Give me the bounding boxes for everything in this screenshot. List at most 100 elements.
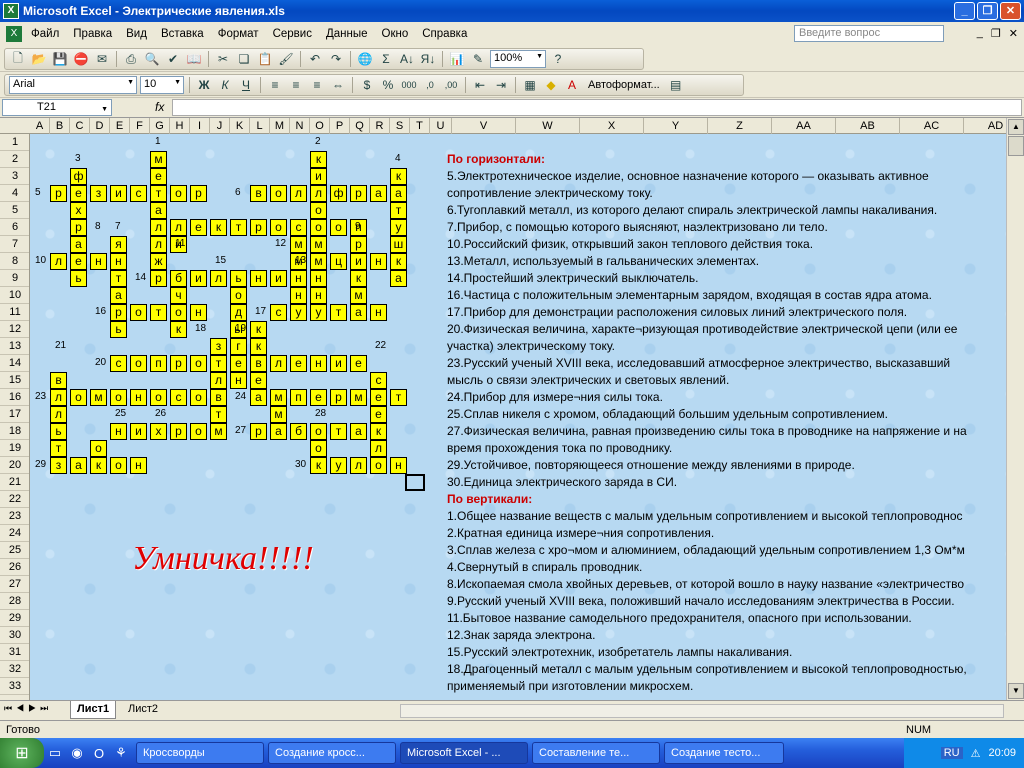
column-header[interactable]: W [516,118,580,134]
crossword-cell[interactable]: о [190,423,207,440]
crossword-cell[interactable]: а [370,185,387,202]
crossword-cell[interactable]: н [250,270,267,287]
crossword-cell[interactable]: к [390,253,407,270]
crossword-cell[interactable]: т [110,270,127,287]
column-header[interactable]: Q [350,118,370,134]
task-excel[interactable]: Microsoft Excel - ... [400,742,528,764]
crossword-cell[interactable]: с [170,389,187,406]
crossword-cell[interactable]: и [110,185,127,202]
crossword-cell[interactable]: н [390,457,407,474]
scroll-thumb[interactable] [1008,136,1024,156]
crossword-cell[interactable]: е [70,185,87,202]
crossword-cell[interactable]: о [330,219,347,236]
crossword-cell[interactable]: а [350,423,367,440]
document-icon[interactable]: X [6,26,22,42]
row-header[interactable]: 8 [0,253,29,270]
crossword-cell[interactable]: в [250,185,267,202]
crossword-cell[interactable]: о [190,389,207,406]
column-header[interactable]: B [50,118,70,134]
crossword-cell[interactable]: н [130,457,147,474]
crossword-cell[interactable]: л [50,389,67,406]
column-header[interactable]: N [290,118,310,134]
crossword-cell[interactable]: р [350,236,367,253]
merge-center-icon[interactable]: ⇔ [329,76,347,94]
scroll-up-icon[interactable]: ▲ [1008,119,1024,135]
crossword-cell[interactable]: к [250,321,267,338]
crossword-cell[interactable]: и [350,253,367,270]
column-header[interactable]: E [110,118,130,134]
tab-nav-arrows-icon[interactable]: ⏮◀▶⏭ [4,703,52,714]
crossword-cell[interactable]: л [150,236,167,253]
doc-minimize-button[interactable]: _ [977,27,983,40]
row-header[interactable]: 4 [0,185,29,202]
column-header[interactable]: S [390,118,410,134]
menu-data[interactable]: Данные [319,28,375,40]
font-select[interactable]: Arial [9,76,137,94]
menu-help[interactable]: Справка [415,28,474,40]
align-left-icon[interactable]: ≡ [266,76,284,94]
crossword-cell[interactable]: н [310,270,327,287]
column-header[interactable]: U [430,118,452,134]
row-header[interactable]: 29 [0,610,29,627]
column-header[interactable]: M [270,118,290,134]
column-header[interactable]: X [580,118,644,134]
align-right-icon[interactable]: ≡ [308,76,326,94]
tab-sheet2[interactable]: Лист2 [122,701,164,719]
crossword-cell[interactable]: е [250,372,267,389]
crossword-cell[interactable]: а [150,202,167,219]
row-header[interactable]: 17 [0,406,29,423]
crossword-cell[interactable]: м [310,236,327,253]
crossword-cell[interactable]: с [370,372,387,389]
crossword-cell[interactable]: р [330,389,347,406]
crossword-cell[interactable]: л [150,219,167,236]
format-painter-icon[interactable]: 🖌 [277,50,295,68]
crossword-cell[interactable]: м [350,389,367,406]
crossword-cell[interactable]: к [210,219,227,236]
crossword-cell[interactable]: т [150,185,167,202]
crossword-cell[interactable]: к [250,338,267,355]
crossword-cell[interactable]: у [330,457,347,474]
crossword-cell[interactable]: м [350,287,367,304]
row-header[interactable]: 33 [0,678,29,695]
sort-desc-icon[interactable]: Я↓ [419,50,437,68]
crossword-cell[interactable]: с [110,355,127,372]
crossword-cell[interactable]: ч [170,287,187,304]
worksheet-grid[interactable]: Умничка!!!!! металлжркилооммннукатушкаре… [30,134,1006,700]
crossword-cell[interactable]: н [90,253,107,270]
row-header[interactable]: 1 [0,134,29,151]
crossword-cell[interactable]: р [190,185,207,202]
menu-format[interactable]: Формат [211,28,266,40]
name-box[interactable]: T21 [2,99,112,117]
crossword-cell[interactable]: у [390,219,407,236]
row-header[interactable]: 28 [0,593,29,610]
column-header[interactable]: T [410,118,430,134]
crossword-cell[interactable]: б [170,270,187,287]
tray-app-icon[interactable]: ⚠ [971,747,981,760]
crossword-cell[interactable]: н [370,304,387,321]
crossword-cell[interactable]: е [370,406,387,423]
paste-icon[interactable]: 📋 [256,50,274,68]
crossword-cell[interactable]: к [310,151,327,168]
crossword-cell[interactable]: т [210,355,227,372]
crossword-cell[interactable]: а [70,457,87,474]
crossword-cell[interactable]: е [370,389,387,406]
font-size-select[interactable]: 10 [140,76,184,94]
row-header[interactable]: 27 [0,576,29,593]
align-center-icon[interactable]: ≡ [287,76,305,94]
crossword-cell[interactable]: ф [70,168,87,185]
crossword-cell[interactable]: о [110,457,127,474]
fill-color-icon[interactable]: ◆ [542,76,560,94]
crossword-cell[interactable]: н [190,304,207,321]
crossword-cell[interactable]: в [250,355,267,372]
thousands-icon[interactable]: 000 [400,76,418,94]
crossword-cell[interactable]: а [350,304,367,321]
crossword-cell[interactable]: п [150,355,167,372]
crossword-cell[interactable]: т [50,440,67,457]
crossword-cell[interactable]: т [330,423,347,440]
crossword-cell[interactable]: б [290,423,307,440]
spelling-icon[interactable]: ✔ [164,50,182,68]
crossword-cell[interactable]: о [130,355,147,372]
crossword-cell[interactable]: о [310,219,327,236]
crossword-cell[interactable]: о [110,389,127,406]
row-header[interactable]: 2 [0,151,29,168]
